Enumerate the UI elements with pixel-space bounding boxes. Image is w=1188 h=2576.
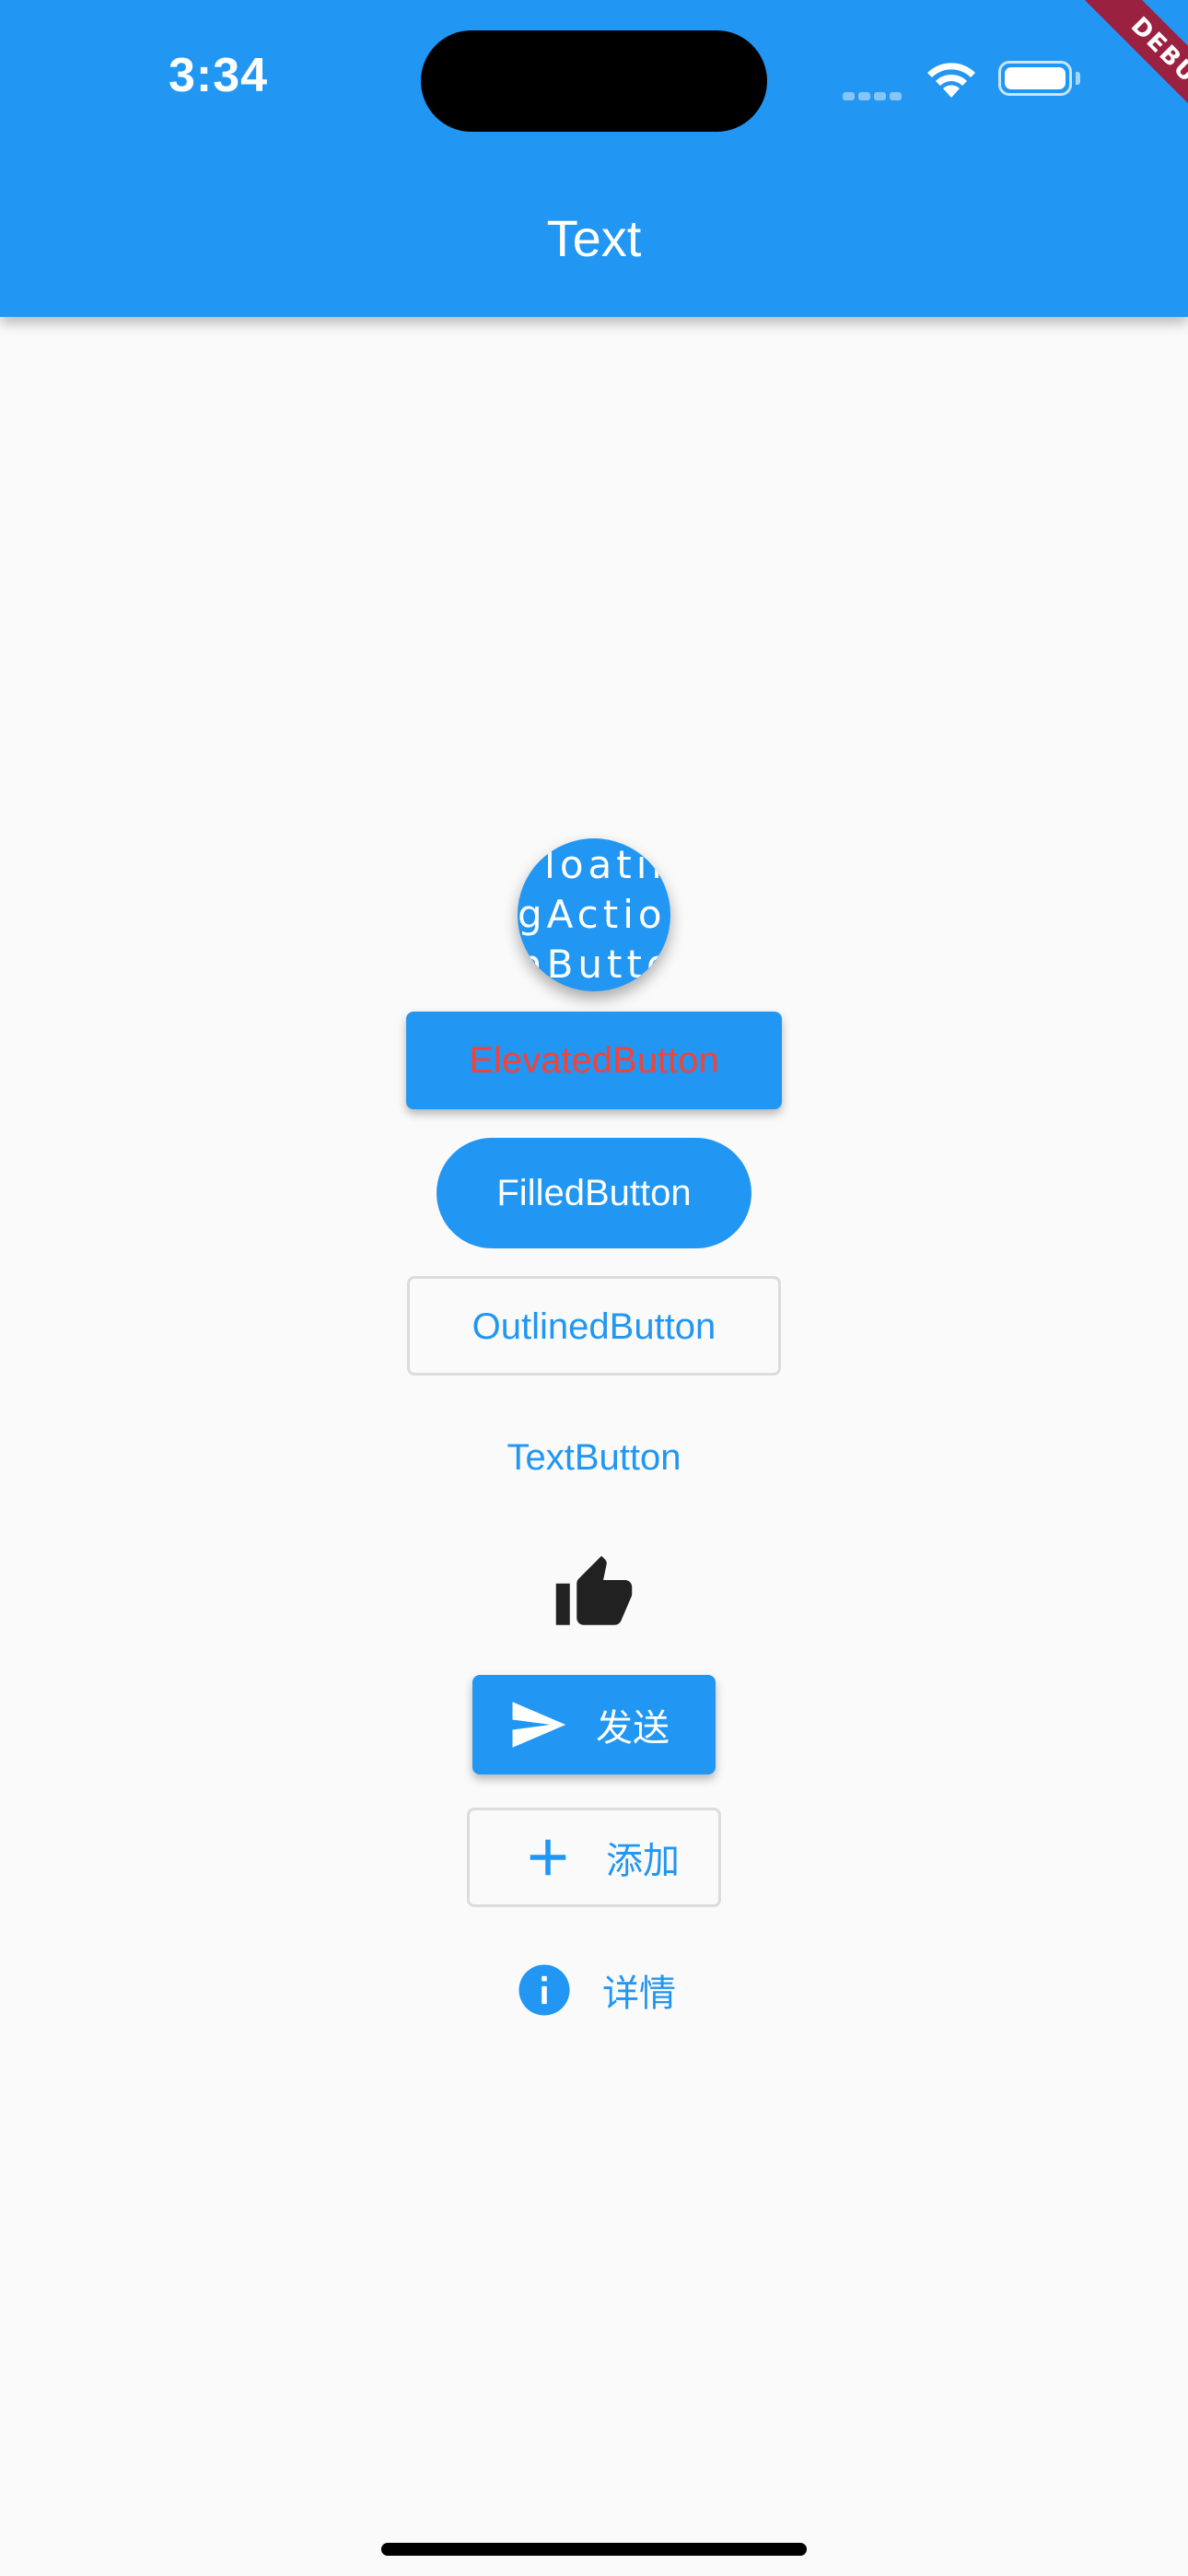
app-bar: 3:34 Text	[0, 0, 1188, 317]
debug-label: DEBUG	[1059, 0, 1188, 166]
info-label: 详情	[602, 1973, 676, 2015]
thumb-up-icon-button[interactable]	[553, 1552, 635, 1635]
text-button[interactable]: TextButton	[444, 1410, 744, 1505]
floating-action-button[interactable]: Floatin gActio nButto	[518, 838, 670, 991]
elevated-button[interactable]: ElevatedButton	[406, 1012, 782, 1109]
debug-banner: DEBUG	[1022, 0, 1188, 166]
send-button[interactable]: 发送	[472, 1675, 716, 1774]
dynamic-island	[421, 30, 767, 132]
plus-icon	[530, 1839, 566, 1876]
info-button[interactable]: 详情	[505, 1942, 685, 2038]
wifi-icon	[927, 63, 975, 98]
send-label: 发送	[596, 1707, 670, 1750]
send-icon	[512, 1702, 566, 1748]
fab-label: Floatin gActio nButto	[518, 842, 670, 987]
cellular-signal-icon	[843, 88, 907, 100]
status-time: 3:34	[169, 49, 269, 102]
home-indicator[interactable]	[381, 2543, 807, 2556]
outlined-button[interactable]: OutlinedButton	[407, 1276, 781, 1376]
page-title: Text	[546, 209, 642, 267]
add-label: 添加	[606, 1840, 680, 1882]
thumb-up-icon	[555, 1555, 633, 1625]
filled-button[interactable]: FilledButton	[437, 1138, 751, 1248]
add-button[interactable]: 添加	[467, 1808, 721, 1907]
info-icon	[518, 1964, 570, 2016]
